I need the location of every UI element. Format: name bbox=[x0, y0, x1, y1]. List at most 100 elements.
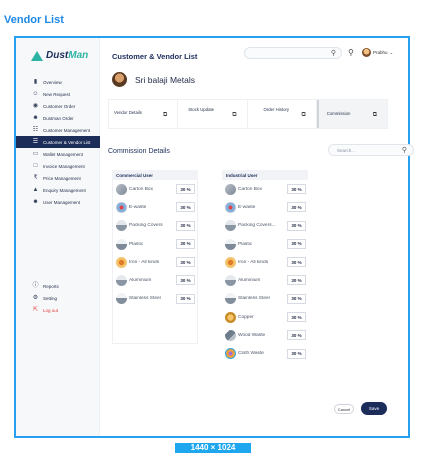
commission-value-input[interactable]: 30 % bbox=[287, 293, 306, 304]
sidebar-item-label: Customer & Vendor List bbox=[43, 139, 91, 145]
sidebar-item-customer-vendor-list[interactable]: ☰ Customer & Vendor List bbox=[16, 136, 100, 148]
save-button[interactable]: Save bbox=[361, 402, 387, 415]
tab-stock-update[interactable]: Stock Update ⧉ bbox=[178, 100, 248, 128]
commission-value-input[interactable]: 30 % bbox=[176, 238, 195, 249]
commission-value-input[interactable]: 30 % bbox=[176, 184, 195, 194]
avatar bbox=[362, 48, 371, 57]
sidebar-item-label: Invoice Management bbox=[43, 163, 85, 169]
main-content: Customer & Vendor List ⚲ ⚲ Prabhu ⌄ Sri … bbox=[100, 38, 414, 436]
sidebar-item-label: Setting bbox=[43, 295, 58, 301]
commission-value-input[interactable]: 30 % bbox=[287, 238, 306, 249]
sidebar-item-label: Overview bbox=[43, 79, 62, 85]
cancel-button[interactable]: Cancel bbox=[334, 404, 354, 414]
logo-triangle-icon bbox=[31, 50, 43, 61]
item-name: E-waste bbox=[238, 204, 256, 210]
commission-value-input[interactable]: 30 % bbox=[176, 202, 195, 213]
commission-value-input[interactable]: 30 % bbox=[287, 275, 306, 286]
sidebar-item-setting[interactable]: ⚙ Setting bbox=[16, 292, 100, 304]
notification-icon[interactable]: ⚲ bbox=[348, 48, 354, 57]
vendor-tabs: Vendor Details ⧉ Stock Update ⧉ Order Hi… bbox=[108, 99, 388, 129]
sidebar-item-enquiry-management[interactable]: ▲ Enquiry Management bbox=[16, 184, 100, 196]
tab-label: Commission bbox=[326, 111, 351, 116]
vendor-header: Sri balaji Metals bbox=[112, 72, 195, 87]
commission-value-input[interactable]: 30 % bbox=[287, 257, 306, 268]
sidebar-item-overview[interactable]: ▮ Overview bbox=[16, 76, 100, 88]
item-thumbnail bbox=[116, 256, 127, 268]
list-item: Plastic 30 % bbox=[113, 235, 197, 253]
sidebar-item-wallet-management[interactable]: ▭ Wallet Management bbox=[16, 148, 100, 160]
commission-value-input[interactable]: 30 % bbox=[287, 330, 306, 341]
item-name: Iron - All kinds bbox=[238, 259, 269, 265]
commission-value-input[interactable]: 30 % bbox=[287, 184, 306, 194]
sidebar-item-dustman-order[interactable]: ☻ Dustman Order bbox=[16, 112, 100, 124]
user-manage-icon: ☻ bbox=[32, 199, 39, 205]
commission-value-input[interactable]: 30 % bbox=[176, 257, 195, 268]
item-name: Plastic bbox=[129, 241, 144, 247]
sidebar-item-price-management[interactable]: ₹ Price Management bbox=[16, 172, 100, 184]
commission-value-input[interactable]: 30 % bbox=[287, 348, 306, 359]
list-item: Packing Covers 30 % bbox=[113, 217, 197, 235]
commission-search-input[interactable]: Search... ⚲ bbox=[328, 144, 414, 156]
commercial-user-panel: Commercial User Carton Box 30 % E-waste 30 … bbox=[112, 170, 198, 344]
tab-commission[interactable]: Commission ⧉ bbox=[316, 100, 387, 128]
item-thumbnail bbox=[116, 201, 127, 213]
sidebar-item-label: Log out bbox=[43, 307, 59, 313]
sidebar-item-label: Reports bbox=[43, 283, 59, 289]
item-thumbnail bbox=[225, 275, 236, 287]
item-thumbnail bbox=[225, 256, 236, 268]
item-thumbnail bbox=[116, 220, 127, 232]
item-name: Packing Covers... bbox=[238, 223, 276, 229]
user-menu[interactable]: Prabhu ⌄ bbox=[362, 48, 393, 57]
sidebar-item-new-request[interactable]: ☺ New Request bbox=[16, 88, 100, 100]
page-title: Customer & Vendor List bbox=[112, 52, 198, 61]
logo: DustMan bbox=[31, 50, 88, 61]
industrial-list: Carton Box 30 % E-waste 30 % Packing Covers.… bbox=[222, 180, 308, 363]
commercial-list: Carton Box 30 % E-waste 30 % Packing Covers 3… bbox=[112, 180, 198, 344]
open-icon: ⧉ bbox=[162, 112, 168, 118]
item-name: E-waste bbox=[129, 204, 147, 210]
top-search-input[interactable]: ⚲ bbox=[244, 47, 342, 59]
sidebar-nav: ▮ Overview ☺ New Request ◉ Customer Orde… bbox=[16, 76, 100, 208]
item-thumbnail bbox=[225, 330, 236, 342]
commission-value-input[interactable]: 30 % bbox=[176, 220, 195, 231]
panel-header: Commercial User bbox=[112, 170, 198, 180]
item-name: Packing Covers bbox=[129, 223, 163, 229]
commission-value-input[interactable]: 30 % bbox=[287, 202, 306, 213]
open-icon: ⧉ bbox=[232, 112, 237, 118]
app-frame: DustMan ▮ Overview ☺ New Request ◉ Custo… bbox=[14, 36, 414, 438]
sidebar-item-customer-order[interactable]: ◉ Customer Order bbox=[16, 100, 100, 112]
commission-value-input[interactable]: 30 % bbox=[176, 275, 195, 286]
size-badge: 1440 × 1024 bbox=[175, 443, 251, 453]
vendor-avatar bbox=[112, 72, 127, 87]
commission-value-input[interactable]: 30 % bbox=[287, 220, 306, 231]
commission-value-input[interactable]: 30 % bbox=[287, 312, 306, 323]
bar-chart-icon: ▮ bbox=[33, 79, 38, 85]
industrial-user-panel: Industrial User Carton Box 30 % E-waste 30 … bbox=[222, 170, 308, 363]
item-thumbnail bbox=[225, 348, 236, 360]
commission-title: Commission Details bbox=[108, 148, 170, 155]
tab-vendor-details[interactable]: Vendor Details ⧉ bbox=[109, 100, 179, 128]
item-thumbnail bbox=[116, 293, 127, 305]
tab-order-history[interactable]: Order History ⧉ bbox=[248, 100, 317, 128]
sidebar-item-label: New Request bbox=[43, 91, 71, 97]
sidebar-item-user-management[interactable]: ☻ User Management bbox=[16, 196, 100, 208]
vendor-name: Sri balaji Metals bbox=[135, 74, 195, 85]
list-item: Cloth Waste 30 % bbox=[222, 345, 308, 363]
sidebar-item-invoice-management[interactable]: □ Invoice Management bbox=[16, 160, 100, 172]
globe-icon: ◉ bbox=[32, 103, 39, 109]
sidebar-item-reports[interactable]: ⓘ Reports bbox=[16, 280, 100, 292]
chevron-down-icon: ⌄ bbox=[389, 49, 394, 55]
list-item: Aluminium 30 % bbox=[222, 271, 308, 289]
list-item: Wood Waste 30 % bbox=[222, 326, 308, 344]
sidebar-item-customer-management[interactable]: ☷ Customer Management bbox=[16, 124, 100, 136]
sidebar-item-logout[interactable]: ⇱ Log out bbox=[16, 304, 100, 316]
item-thumbnail bbox=[225, 311, 236, 323]
list-item: Copper 30 % bbox=[222, 308, 308, 326]
panel-header: Industrial User bbox=[222, 170, 308, 180]
item-name: Iron - All kinds bbox=[129, 259, 160, 265]
user-name: Prabhu bbox=[373, 50, 388, 55]
commission-value-input[interactable]: 30 % bbox=[176, 293, 195, 304]
item-name: Carton Box bbox=[129, 186, 153, 192]
item-thumbnail bbox=[225, 201, 236, 213]
list-item: Iron - All kinds 30 % bbox=[113, 253, 197, 271]
